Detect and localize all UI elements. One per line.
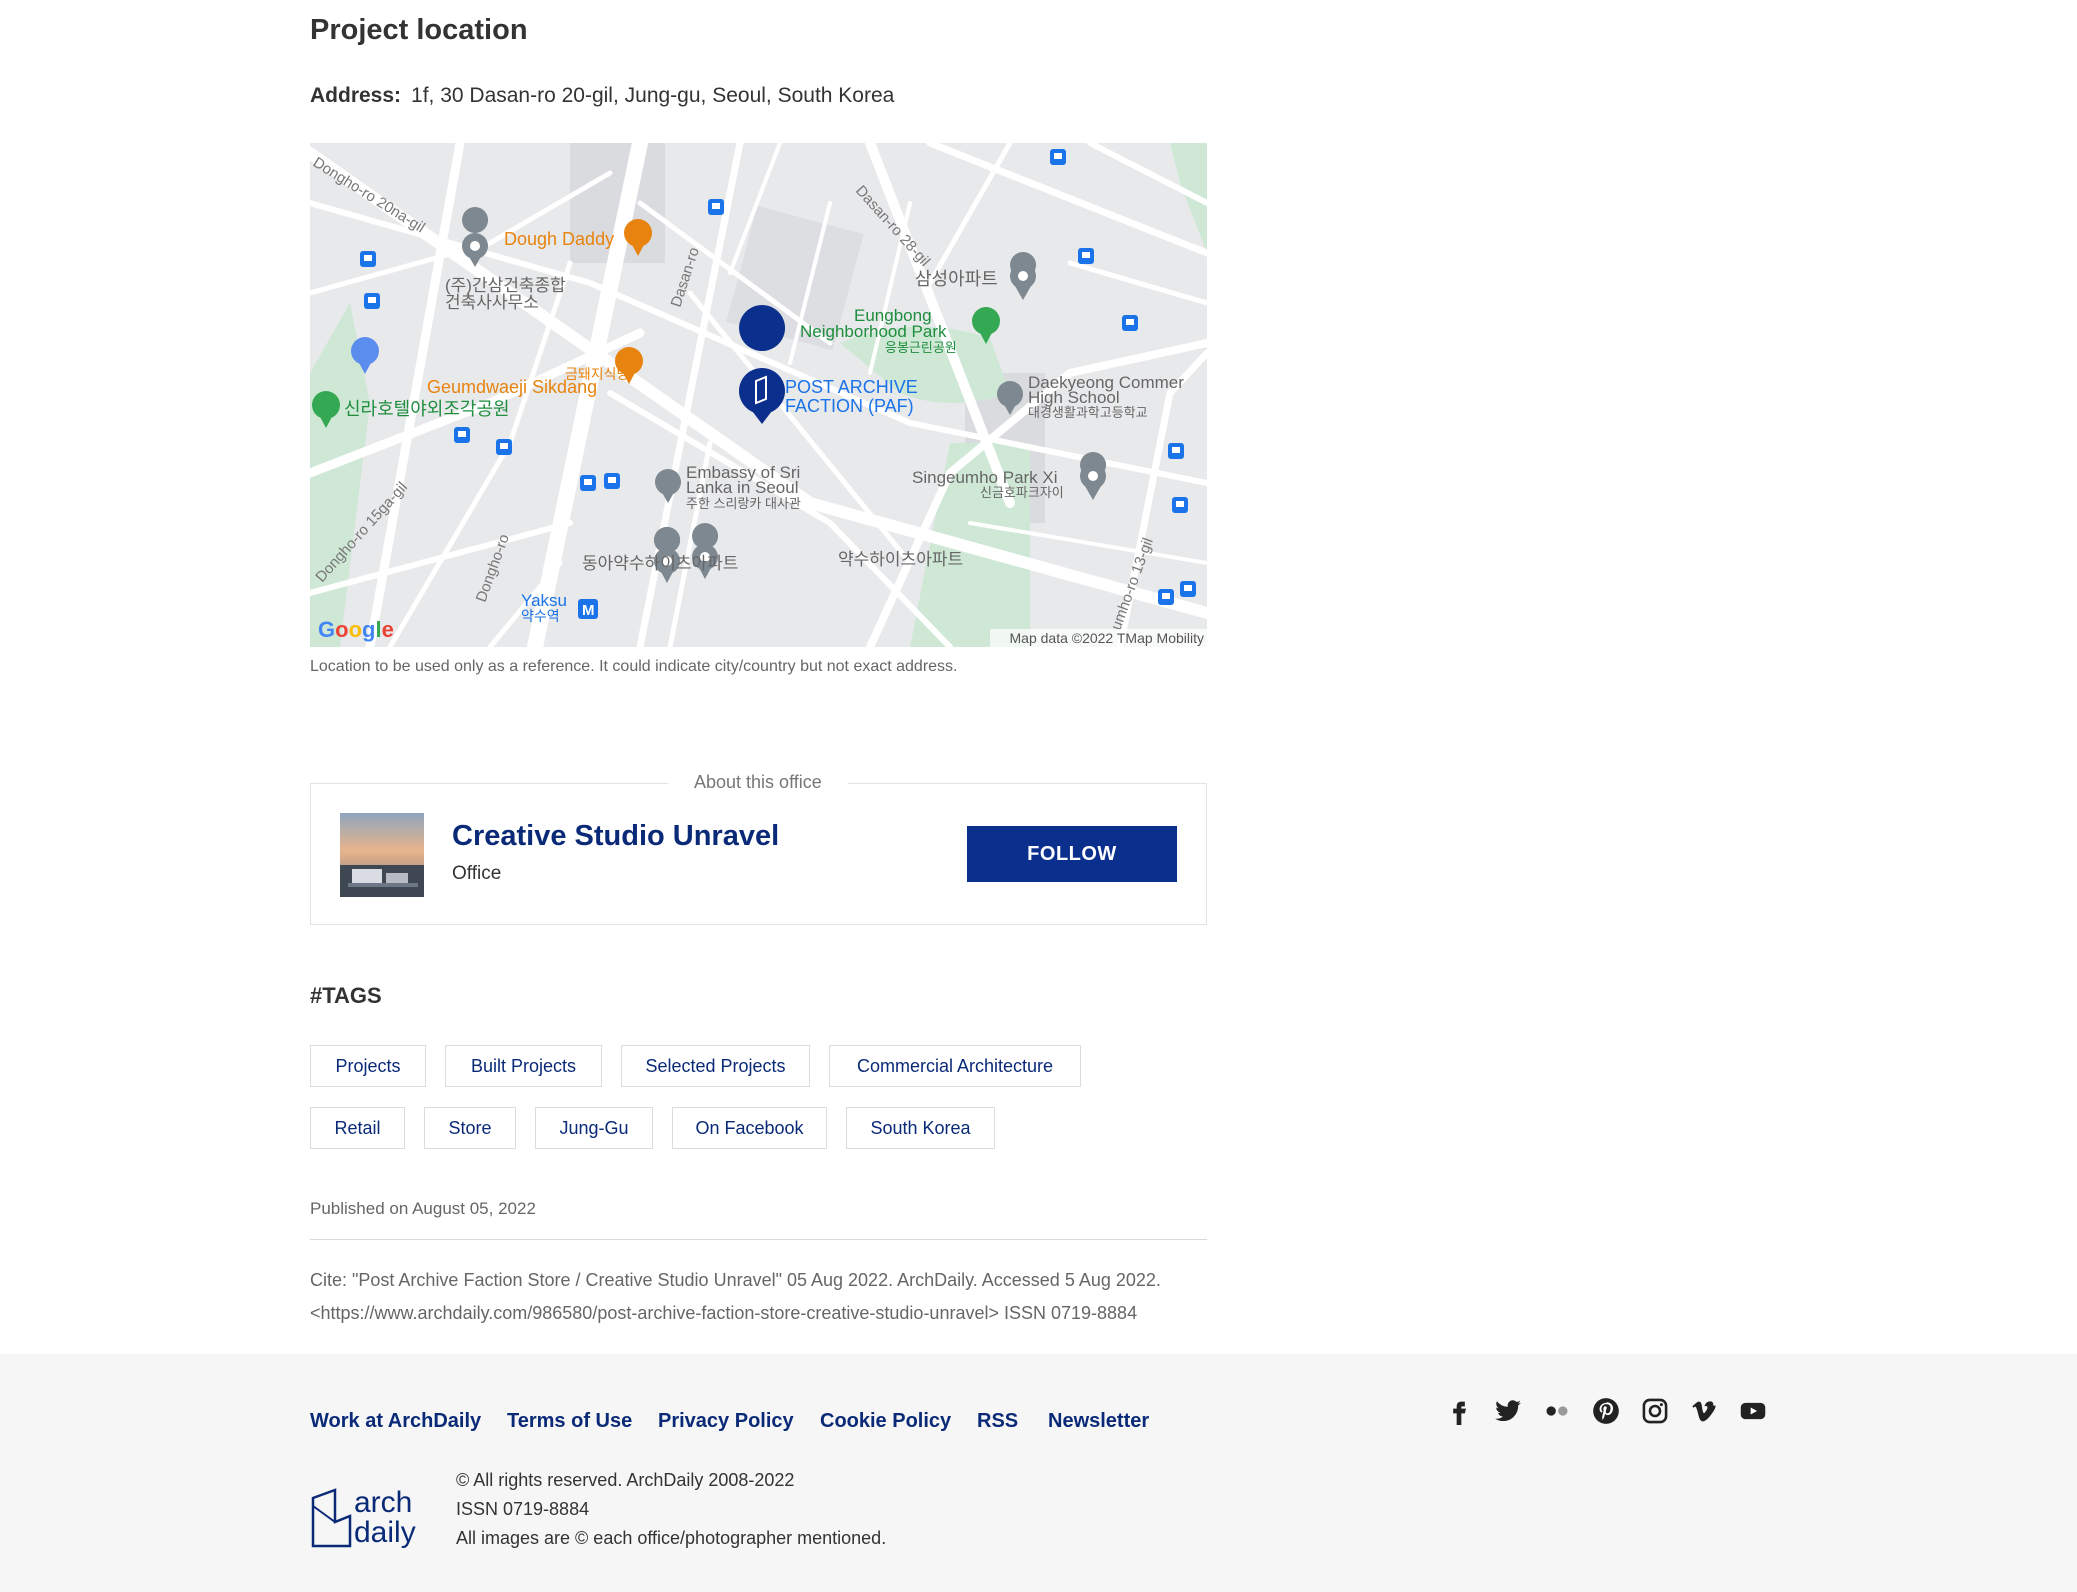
follow-button[interactable]: FOLLOW [967,826,1177,882]
citation-url[interactable]: <https://www.archdaily.com/986580/post-a… [310,1297,1210,1330]
place-label: 응봉근린공원 [885,340,957,355]
tag-commercial-architecture[interactable]: Commercial Architecture [829,1045,1081,1087]
copyright: © All rights reserved. ArchDaily 2008-20… [456,1470,795,1490]
place-label: 약수역 [521,608,560,624]
map-attribution: Map data ©2022 TMap Mobility [1010,630,1205,646]
svg-text:M: M [582,602,595,619]
tag-projects[interactable]: Projects [310,1045,426,1087]
address-label: Address: [310,84,402,107]
tag-retail[interactable]: Retail [310,1107,405,1149]
youtube-icon[interactable] [1737,1395,1769,1427]
tag-store[interactable]: Store [424,1107,516,1149]
place-label: 신라호텔야외조각공원 [344,399,510,419]
google-logo: Google [318,617,394,642]
vimeo-icon[interactable] [1688,1395,1720,1427]
logo-text-daily: daily [354,1516,416,1549]
pinterest-icon[interactable] [1590,1395,1622,1427]
place-label: POST ARCHIVE [785,377,918,397]
place-label: FACTION (PAF) [785,396,914,416]
address-value: 1f, 30 Dasan-ro 20-gil, Jung-gu, Seoul, … [411,84,895,107]
footer-link-terms[interactable]: Terms of Use [507,1410,632,1433]
tags-title: #TAGS [310,983,382,1008]
map-note: Location to be used only as a reference.… [310,658,958,675]
footer-link-privacy[interactable]: Privacy Policy [658,1410,794,1433]
facebook-icon[interactable] [1443,1395,1475,1427]
footer-link-cookie[interactable]: Cookie Policy [820,1410,951,1433]
office-legend: About this office [668,772,848,793]
footer-link-rss[interactable]: RSS [977,1410,1018,1433]
twitter-icon[interactable] [1492,1395,1524,1427]
place-label: 대경생활과학고등학교 [1028,405,1148,420]
tag-selected-projects[interactable]: Selected Projects [621,1045,810,1087]
place-label: 신금호파크자이 [980,485,1064,500]
footer-link-work[interactable]: Work at ArchDaily [310,1410,481,1433]
office-thumbnail[interactable] [340,813,424,897]
tag-jung-gu[interactable]: Jung-Gu [535,1107,653,1149]
issn: ISSN 0719-8884 [456,1499,590,1519]
instagram-icon[interactable] [1639,1395,1671,1427]
published-date: Published on August 05, 2022 [310,1199,536,1218]
place-label: 동아약수하이츠아파트 [582,554,738,573]
footer-link-newsletter[interactable]: Newsletter [1048,1410,1149,1433]
logo-text-arch: arch [354,1486,412,1519]
place-label: 주한 스리랑카 대사관 [686,496,801,511]
place-label: 삼성아파트 [915,269,998,289]
address: Address: 1f, 30 Dasan-ro 20-gil, Jung-gu,… [310,84,894,108]
office-card: Creative Studio Unravel Office FOLLOW [310,783,1207,925]
citation-line: Cite: "Post Archive Faction Store / Crea… [310,1270,1161,1290]
flickr-icon[interactable] [1541,1395,1573,1427]
place-label: 약수하이츠아파트 [838,550,963,569]
archdaily-logo[interactable]: arch daily [310,1476,426,1550]
place-label: 건축사사무소 [445,293,539,312]
section-title-location: Project location [310,14,528,46]
tag-built-projects[interactable]: Built Projects [445,1045,602,1087]
tag-on-facebook[interactable]: On Facebook [672,1107,827,1149]
divider [310,1239,1207,1240]
office-type: Office [452,863,502,884]
tag-south-korea[interactable]: South Korea [846,1107,995,1149]
place-label: Lanka in Seoul [686,478,798,497]
place-label: 금돼지식당 [565,366,630,382]
place-label: Dough Daddy [504,229,614,249]
place-label: Neighborhood Park [800,322,947,341]
office-name[interactable]: Creative Studio Unravel [452,820,779,853]
footer: Work at ArchDaily Terms of Use Privacy P… [0,1354,2077,1592]
citation: Cite: "Post Archive Faction Store / Crea… [310,1264,1210,1330]
location-map[interactable]: Dongho-ro 20na-gil Dasan-ro Dasan-ro 28-… [310,143,1207,647]
images-note: All images are © each office/photographe… [456,1528,887,1548]
